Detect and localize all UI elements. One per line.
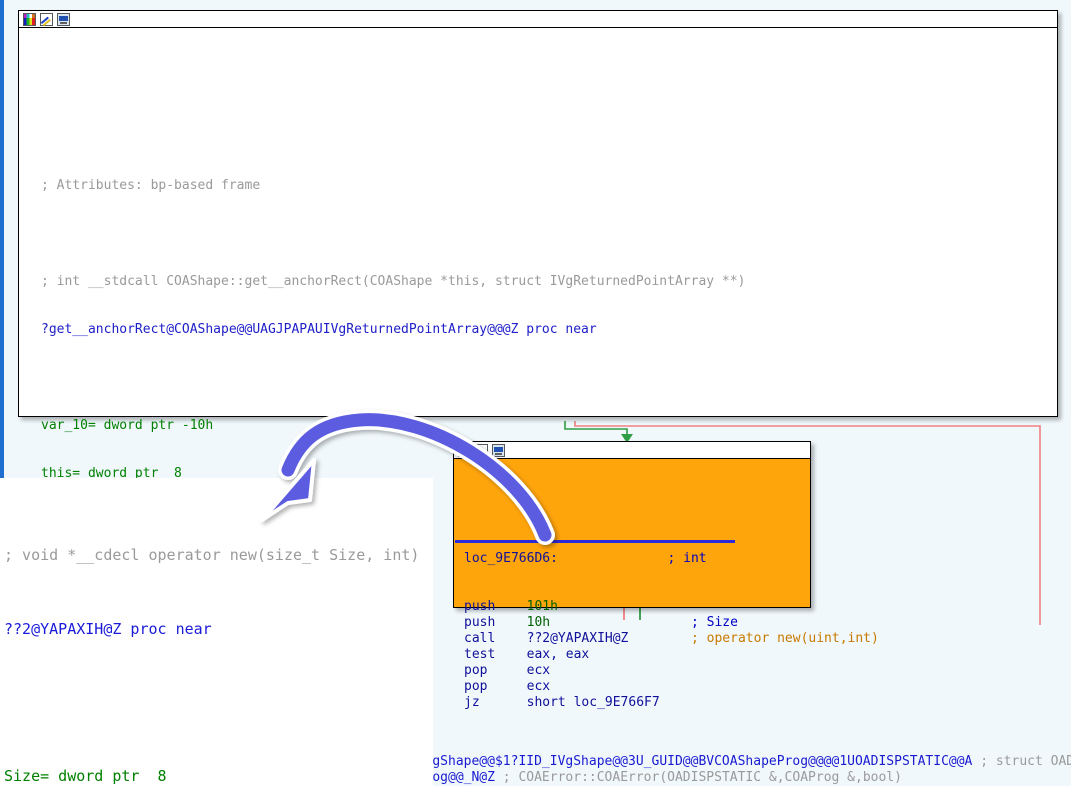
node-titlebar[interactable]	[19, 11, 1057, 28]
attributes-comment: ; Attributes: bp-based frame	[41, 178, 261, 193]
instruction-mnemonic: pop	[464, 679, 527, 694]
palette-icon[interactable]	[458, 443, 471, 457]
instruction-comment: ; operator new(uint,int)	[691, 631, 879, 646]
instruction-mnemonic: push	[464, 599, 527, 614]
palette-icon[interactable]	[23, 12, 36, 26]
bottom-stack-var: Size= dword ptr 8	[4, 766, 167, 785]
pencil-icon[interactable]	[40, 12, 53, 26]
instruction-operands[interactable]: short loc_9E766F7	[527, 695, 660, 710]
instruction-operands[interactable]: ecx	[527, 679, 550, 694]
ida-graph-view: ; Attributes: bp-based frame ; int __std…	[0, 0, 1071, 786]
screen-icon[interactable]	[492, 443, 505, 457]
instruction-comment: ; Size	[691, 615, 738, 630]
instruction-mnemonic: pop	[464, 663, 527, 678]
bottom-listing-text: ; void *__cdecl operator new(size_t Size…	[0, 478, 433, 786]
selected-line-underline	[455, 540, 735, 543]
instruction-line[interactable]: push 10h ; Size	[464, 615, 810, 631]
instruction-mnemonic: call	[464, 631, 527, 646]
instruction-operands[interactable]: ??2@YAPAXIH@Z	[527, 631, 629, 646]
proc-line: ?get__anchorRect@COAShape@@UAGJPAPAUIVgR…	[41, 322, 597, 337]
instruction-mnemonic: jz	[464, 695, 527, 710]
instruction-line[interactable]: test eax, eax	[464, 647, 810, 663]
instruction-operands[interactable]: 10h	[527, 615, 550, 630]
graph-node-orange[interactable]: loc_9E766D6: ; int push 101h push 10h ; S…	[453, 441, 879, 710]
instruction-comment: ; COAError::COAError(OADISPSTATIC &,COAP…	[502, 770, 902, 785]
orange-instruction-list: push 101h push 10h ; Size call ??2@YAPAXIH…	[464, 599, 879, 711]
instruction-line[interactable]: pop ecx	[464, 679, 810, 695]
graph-node-main[interactable]: ; Attributes: bp-based frame ; int __std…	[18, 10, 1071, 785]
prototype-comment: ; int __stdcall COAShape::get__anchorRec…	[41, 274, 746, 289]
instruction-line-selected[interactable]: call ??2@YAPAXIH@Z ; operator new(uint,i…	[464, 631, 879, 647]
instruction-mnemonic: push	[464, 615, 527, 630]
instruction-line[interactable]: push 101h	[464, 599, 810, 615]
bottom-prototype-comment: ; void *__cdecl operator new(size_t Size…	[4, 546, 420, 564]
instruction-operands[interactable]: eax, eax	[527, 647, 590, 662]
instruction-operands[interactable]: ecx	[527, 663, 550, 678]
instruction-operands[interactable]: 101h	[527, 599, 558, 614]
orange-label[interactable]: loc_9E766D6:	[464, 551, 558, 566]
stack-var-0: var_10= dword ptr -10h	[41, 418, 214, 433]
instruction-line[interactable]: pop ecx	[464, 663, 810, 679]
orange-label-comment: ; int	[667, 551, 707, 566]
screen-icon[interactable]	[57, 12, 70, 26]
orange-node-disassembly: loc_9E766D6: ; int push 101h push 10h ; S…	[454, 459, 879, 710]
bottom-listing-pane[interactable]: ; void *__cdecl operator new(size_t Size…	[0, 478, 433, 786]
bottom-proc-line: ??2@YAPAXIH@Z proc near	[4, 619, 212, 638]
instruction-mnemonic: test	[464, 647, 527, 662]
instruction-comment: ; struct OADISPSTATIC *	[980, 754, 1071, 769]
pencil-icon[interactable]	[475, 443, 488, 457]
instruction-line[interactable]: jz short loc_9E766F7	[464, 695, 810, 711]
orange-node-titlebar[interactable]	[454, 442, 810, 459]
